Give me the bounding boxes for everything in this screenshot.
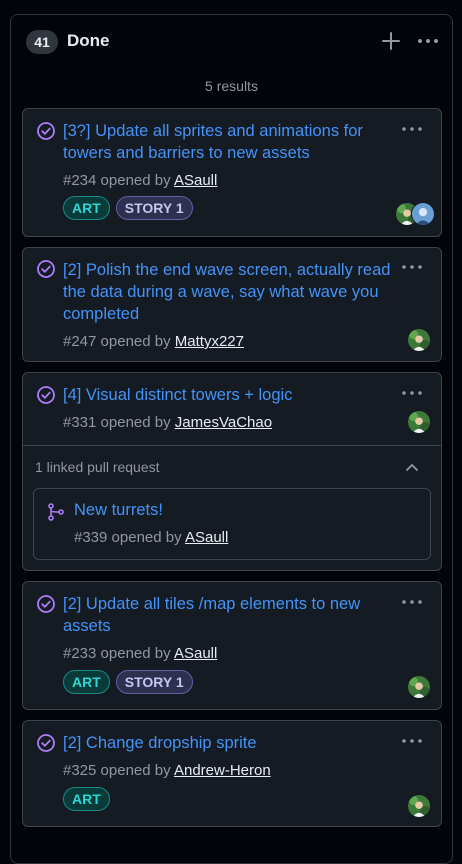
column-header: 41 Done bbox=[11, 15, 452, 71]
kebab-horizontal-icon[interactable] bbox=[399, 593, 425, 611]
opened-by-text: opened by bbox=[100, 762, 171, 779]
issue-card[interactable]: [3?] Update all sprites and animations f… bbox=[22, 108, 442, 237]
label-list: ART bbox=[63, 787, 110, 811]
avatar[interactable] bbox=[407, 675, 431, 699]
issue-card[interactable]: [2] Change dropship sprite #325 opened b… bbox=[22, 720, 442, 827]
label-story-1[interactable]: STORY 1 bbox=[115, 196, 193, 220]
issue-meta: #234 opened by ASaull bbox=[63, 172, 217, 189]
label-art[interactable]: ART bbox=[63, 196, 110, 220]
kebab-horizontal-icon[interactable] bbox=[413, 29, 443, 53]
issue-title-link[interactable]: [2] Change dropship sprite bbox=[63, 732, 399, 754]
author-link[interactable]: ASaull bbox=[185, 529, 228, 546]
issue-number: #325 bbox=[63, 762, 97, 779]
kebab-horizontal-icon[interactable] bbox=[399, 384, 425, 402]
issue-meta: #325 opened by Andrew-Heron bbox=[63, 762, 271, 779]
assignee-avatars bbox=[407, 410, 431, 434]
kebab-horizontal-icon[interactable] bbox=[399, 120, 425, 138]
author-link[interactable]: JamesVaChao bbox=[175, 414, 272, 431]
issue-meta: #331 opened by JamesVaChao bbox=[63, 414, 272, 431]
opened-by-text: opened by bbox=[100, 333, 171, 350]
avatar[interactable] bbox=[411, 202, 435, 226]
issue-card[interactable]: [2] Update all tiles /map elements to ne… bbox=[22, 581, 442, 710]
divider bbox=[23, 445, 441, 446]
check-circle-icon bbox=[36, 259, 56, 279]
check-circle-icon bbox=[36, 594, 56, 614]
pr-title-link[interactable]: New turrets! bbox=[74, 501, 163, 520]
project-column-done: 41 Done 5 results [3?] Update all sprite… bbox=[10, 14, 453, 864]
issue-number: #247 bbox=[63, 333, 97, 350]
results-count: 5 results bbox=[205, 78, 258, 94]
label-list: ART STORY 1 bbox=[63, 196, 193, 220]
linked-pr-card[interactable]: New turrets! #339 opened by ASaull bbox=[33, 488, 431, 560]
assignee-avatars bbox=[407, 328, 431, 352]
label-art[interactable]: ART bbox=[63, 670, 110, 694]
label-list: ART STORY 1 bbox=[63, 670, 193, 694]
issue-number: #234 bbox=[63, 172, 97, 189]
kebab-horizontal-icon[interactable] bbox=[399, 732, 425, 750]
issue-title-link[interactable]: [2] Polish the end wave screen, actually… bbox=[63, 259, 399, 325]
chevron-up-icon[interactable] bbox=[403, 459, 421, 477]
kebab-horizontal-icon[interactable] bbox=[399, 258, 425, 276]
pr-number: #339 bbox=[74, 529, 108, 546]
label-art[interactable]: ART bbox=[63, 787, 110, 811]
issue-number: #331 bbox=[63, 414, 97, 431]
check-circle-icon bbox=[36, 733, 56, 753]
assignee-avatars bbox=[407, 794, 431, 818]
avatar[interactable] bbox=[407, 328, 431, 352]
plus-icon[interactable] bbox=[379, 29, 403, 53]
issue-card[interactable]: [2] Polish the end wave screen, actually… bbox=[22, 247, 442, 362]
avatar[interactable] bbox=[407, 410, 431, 434]
linked-pr-header: 1 linked pull request bbox=[35, 459, 160, 475]
author-link[interactable]: ASaull bbox=[174, 172, 217, 189]
author-link[interactable]: Mattyx227 bbox=[175, 333, 244, 350]
avatar[interactable] bbox=[407, 794, 431, 818]
opened-by-text: opened by bbox=[100, 172, 171, 189]
issue-meta: #247 opened by Mattyx227 bbox=[63, 333, 244, 350]
issue-number: #233 bbox=[63, 645, 97, 662]
git-pull-request-icon bbox=[48, 503, 64, 521]
author-link[interactable]: Andrew-Heron bbox=[174, 762, 271, 779]
opened-by-text: opened by bbox=[100, 645, 171, 662]
label-story-1[interactable]: STORY 1 bbox=[115, 670, 193, 694]
assignee-avatars bbox=[395, 202, 435, 226]
opened-by-text: opened by bbox=[100, 414, 171, 431]
pr-meta: #339 opened by ASaull bbox=[74, 529, 228, 546]
opened-by-text: opened by bbox=[111, 529, 182, 546]
issue-card[interactable]: [4] Visual distinct towers + logic #331 … bbox=[22, 372, 442, 571]
issue-title-link[interactable]: [2] Update all tiles /map elements to ne… bbox=[63, 593, 399, 637]
column-title: Done bbox=[67, 31, 110, 50]
author-link[interactable]: ASaull bbox=[174, 645, 217, 662]
check-circle-icon bbox=[36, 385, 56, 405]
check-circle-icon bbox=[36, 121, 56, 141]
issue-title-link[interactable]: [3?] Update all sprites and animations f… bbox=[63, 120, 399, 164]
item-count-badge: 41 bbox=[26, 30, 58, 54]
issue-meta: #233 opened by ASaull bbox=[63, 645, 217, 662]
issue-title-link[interactable]: [4] Visual distinct towers + logic bbox=[63, 384, 399, 406]
assignee-avatars bbox=[407, 675, 431, 699]
